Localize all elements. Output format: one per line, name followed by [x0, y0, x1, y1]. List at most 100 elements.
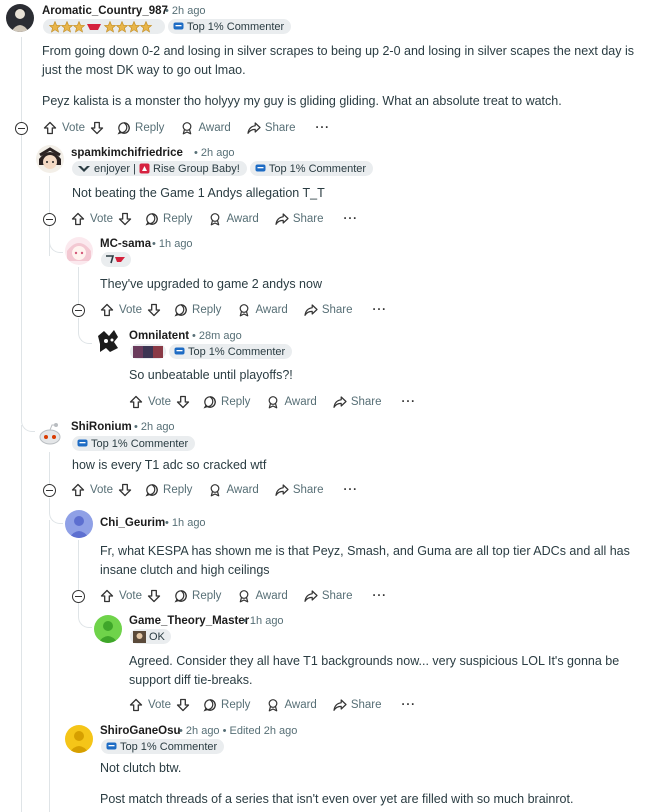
reply-button[interactable]: Reply — [145, 212, 192, 226]
share-button[interactable]: Share — [247, 121, 296, 135]
collapse-icon[interactable] — [72, 590, 85, 603]
reply-icon — [174, 590, 187, 603]
more-options-button[interactable]: ··· — [316, 122, 331, 134]
more-options-button[interactable]: ··· — [373, 590, 388, 602]
username[interactable]: MC-sama — [100, 238, 151, 250]
user-flair: Top 1% Commenter — [101, 739, 225, 754]
vote-label: Vote — [62, 122, 86, 134]
share-button[interactable]: Share — [275, 483, 324, 497]
award-button[interactable]: Award — [266, 395, 317, 409]
username[interactable]: Omnilatent — [129, 330, 189, 342]
avatar[interactable] — [94, 328, 122, 356]
username[interactable]: Game_Theory_Master — [129, 615, 249, 627]
user-flair: Top 1% Commenter — [130, 344, 293, 359]
upvote-button[interactable] — [129, 698, 143, 712]
share-button[interactable]: Share — [333, 698, 382, 712]
upvote-button[interactable] — [100, 303, 114, 317]
champion-portraits-icon — [133, 345, 163, 358]
upvote-button[interactable] — [100, 589, 114, 603]
reply-button[interactable]: Reply — [145, 483, 192, 497]
star-rating-icon — [49, 20, 153, 33]
username[interactable]: ShiRonium — [71, 421, 132, 433]
reply-button[interactable]: Reply — [174, 303, 221, 317]
downvote-button[interactable] — [176, 395, 190, 409]
downvote-button[interactable] — [118, 483, 132, 497]
avatar[interactable] — [36, 145, 64, 173]
downvote-button[interactable] — [118, 212, 132, 226]
downvote-button[interactable] — [90, 121, 104, 135]
comment-actions: Vote Reply Award Share ··· — [100, 589, 387, 603]
comment-body: Not clutch btw. — [100, 761, 182, 775]
reply-button[interactable]: Reply — [203, 395, 250, 409]
username[interactable]: Aromatic_Country_987 — [42, 5, 168, 17]
comment-badge-icon — [174, 347, 185, 355]
flair-image-icon — [133, 630, 146, 643]
upvote-button[interactable] — [71, 483, 85, 497]
username[interactable]: Chi_Geurim — [100, 517, 165, 529]
share-button[interactable]: Share — [333, 395, 382, 409]
more-options-button[interactable]: ··· — [402, 396, 417, 408]
top-commenter-badge: Top 1% Commenter — [101, 739, 225, 754]
user-flair — [101, 252, 131, 267]
username[interactable]: spamkimchifriedrice — [71, 147, 183, 159]
timestamp: • 2h ago • Edited 2h ago — [179, 725, 298, 737]
vote-label: Vote — [148, 396, 172, 408]
collapse-icon[interactable] — [43, 213, 56, 226]
award-icon — [183, 122, 192, 135]
top-commenter-badge: Top 1% Commenter — [169, 344, 293, 359]
comment-actions: Vote Reply Award Share ··· — [129, 395, 416, 409]
thread-curve — [49, 498, 63, 524]
comment-actions: Vote Reply Award Share ··· — [43, 121, 330, 135]
award-button[interactable]: Award — [237, 303, 288, 317]
share-icon — [304, 304, 318, 316]
collapse-icon[interactable] — [15, 122, 28, 135]
reply-icon — [145, 484, 158, 497]
comment-badge-icon — [173, 22, 184, 30]
avatar[interactable] — [65, 510, 93, 538]
share-button[interactable]: Share — [304, 303, 353, 317]
award-button[interactable]: Award — [237, 589, 288, 603]
comment-body: So unbeatable until playoffs?! — [129, 368, 293, 382]
downvote-button[interactable] — [147, 303, 161, 317]
more-options-button[interactable]: ··· — [373, 304, 388, 316]
flair-image — [130, 344, 166, 359]
avatar[interactable] — [94, 615, 122, 643]
comment-actions: Vote Reply Award Share ··· — [71, 483, 358, 497]
upvote-button[interactable] — [129, 395, 143, 409]
award-button[interactable]: Award — [266, 698, 317, 712]
thread-line — [21, 425, 22, 812]
collapse-icon[interactable] — [72, 304, 85, 317]
username[interactable]: ShiroGaneOsu — [100, 725, 181, 737]
downvote-icon — [147, 303, 161, 317]
reply-button[interactable]: Reply — [117, 121, 164, 135]
avatar[interactable] — [65, 725, 93, 753]
avatar[interactable] — [65, 237, 93, 265]
avatar[interactable] — [6, 4, 34, 32]
comment-body: how is every T1 adc so cracked wtf — [72, 458, 267, 472]
reply-icon — [203, 699, 216, 712]
more-options-button[interactable]: ··· — [344, 484, 359, 496]
downvote-button[interactable] — [147, 589, 161, 603]
top-commenter-badge: Top 1% Commenter — [168, 19, 292, 34]
more-options-button[interactable]: ··· — [402, 699, 417, 711]
upvote-button[interactable] — [43, 121, 57, 135]
reply-button[interactable]: Reply — [203, 698, 250, 712]
vote-group: Vote — [71, 483, 132, 497]
award-icon — [240, 304, 249, 317]
more-icon: ··· — [372, 590, 388, 602]
comment-body: Post match threads of a series that isn'… — [100, 792, 574, 806]
more-options-button[interactable]: ··· — [344, 213, 359, 225]
award-button[interactable]: Award — [208, 483, 259, 497]
award-button[interactable]: Award — [180, 121, 231, 135]
downvote-button[interactable] — [176, 698, 190, 712]
comment-actions: Vote Reply Award Share ··· — [71, 212, 358, 226]
award-button[interactable]: Award — [208, 212, 259, 226]
avatar[interactable] — [36, 421, 64, 449]
share-button[interactable]: Share — [275, 212, 324, 226]
share-button[interactable]: Share — [304, 589, 353, 603]
comment-body: Fr, what KESPA has shown me is that Peyz… — [100, 544, 630, 577]
upvote-button[interactable] — [71, 212, 85, 226]
collapse-icon[interactable] — [43, 484, 56, 497]
reply-button[interactable]: Reply — [174, 589, 221, 603]
award-icon — [211, 484, 220, 497]
